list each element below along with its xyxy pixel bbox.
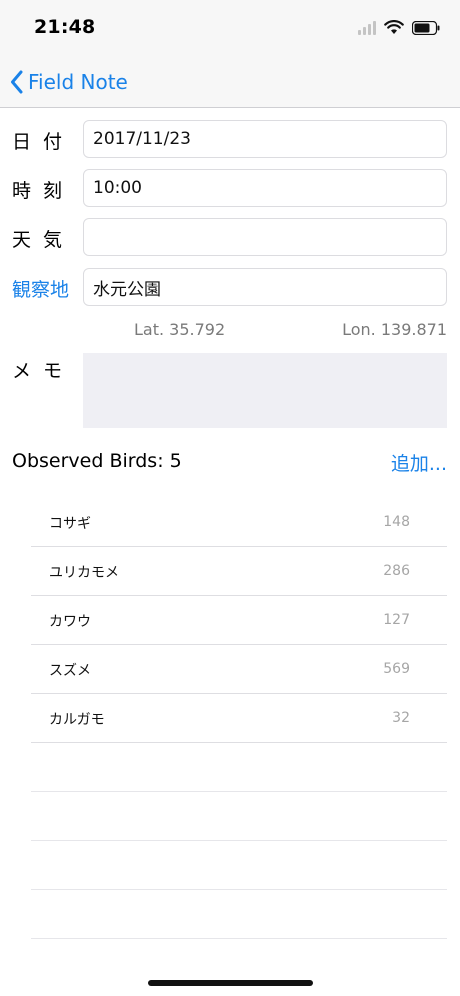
status-time: 21:48 <box>34 16 96 38</box>
bird-name: ユリカモメ <box>49 565 119 581</box>
bird-name: カルガモ <box>49 712 105 728</box>
time-row: 時刻 10:00 <box>0 169 460 209</box>
empty-row <box>31 792 447 841</box>
weather-label: 天気 <box>12 229 75 251</box>
location-row: 観察地 水元公園 <box>0 268 460 308</box>
bird-count: 32 <box>392 710 410 726</box>
birds-header: Observed Birds: 5 追加... <box>0 446 460 478</box>
birds-title-label: Observed Birds: <box>12 450 170 472</box>
bird-row[interactable]: スズメ 569 <box>31 645 447 694</box>
memo-label: メモ <box>12 360 75 382</box>
time-field[interactable]: 10:00 <box>83 169 447 207</box>
cellular-signal-icon <box>358 20 376 35</box>
bird-row[interactable]: カワウ 127 <box>31 596 447 645</box>
back-button[interactable]: Field Note <box>10 66 128 98</box>
time-label: 時刻 <box>12 180 75 202</box>
bird-list: コサギ 148 ユリカモメ 286 カワウ 127 スズメ 569 カルガモ 3… <box>31 498 447 939</box>
birds-title: Observed Birds: 5 <box>12 450 182 472</box>
bird-name: カワウ <box>49 614 91 630</box>
memo-textarea[interactable] <box>83 353 447 428</box>
empty-row <box>31 841 447 890</box>
bird-count: 286 <box>383 563 410 579</box>
weather-row: 天気 <box>0 218 460 258</box>
bird-count: 148 <box>383 514 410 530</box>
add-bird-button[interactable]: 追加... <box>391 449 447 476</box>
latitude-text: Lat. 35.792 <box>134 320 226 339</box>
date-label: 日付 <box>12 131 75 153</box>
home-indicator <box>148 980 313 986</box>
bird-count: 127 <box>383 612 410 628</box>
location-field[interactable]: 水元公園 <box>83 268 447 306</box>
bird-row[interactable]: カルガモ 32 <box>31 694 447 743</box>
wifi-icon <box>384 20 404 34</box>
bird-row[interactable]: コサギ 148 <box>31 498 447 547</box>
bird-name: コサギ <box>49 516 91 532</box>
empty-row <box>31 743 447 792</box>
bird-count: 569 <box>383 661 410 677</box>
chevron-left-icon <box>11 70 23 94</box>
birds-count: 5 <box>169 450 182 472</box>
status-icons <box>358 20 440 35</box>
coordinates: Lat. 35.792 Lon. 139.871 <box>0 320 460 342</box>
back-label: Field Note <box>28 70 128 94</box>
empty-row <box>31 890 447 939</box>
bird-row[interactable]: ユリカモメ 286 <box>31 547 447 596</box>
status-bar: 21:48 <box>0 0 460 56</box>
battery-icon <box>412 20 440 35</box>
bird-name: スズメ <box>49 663 91 679</box>
navigation-bar: Field Note <box>0 56 460 108</box>
location-link[interactable]: 観察地 <box>12 275 69 302</box>
longitude-text: Lon. 139.871 <box>342 320 447 339</box>
date-row: 日付 2017/11/23 <box>0 120 460 160</box>
weather-field[interactable] <box>83 218 447 256</box>
date-field[interactable]: 2017/11/23 <box>83 120 447 158</box>
